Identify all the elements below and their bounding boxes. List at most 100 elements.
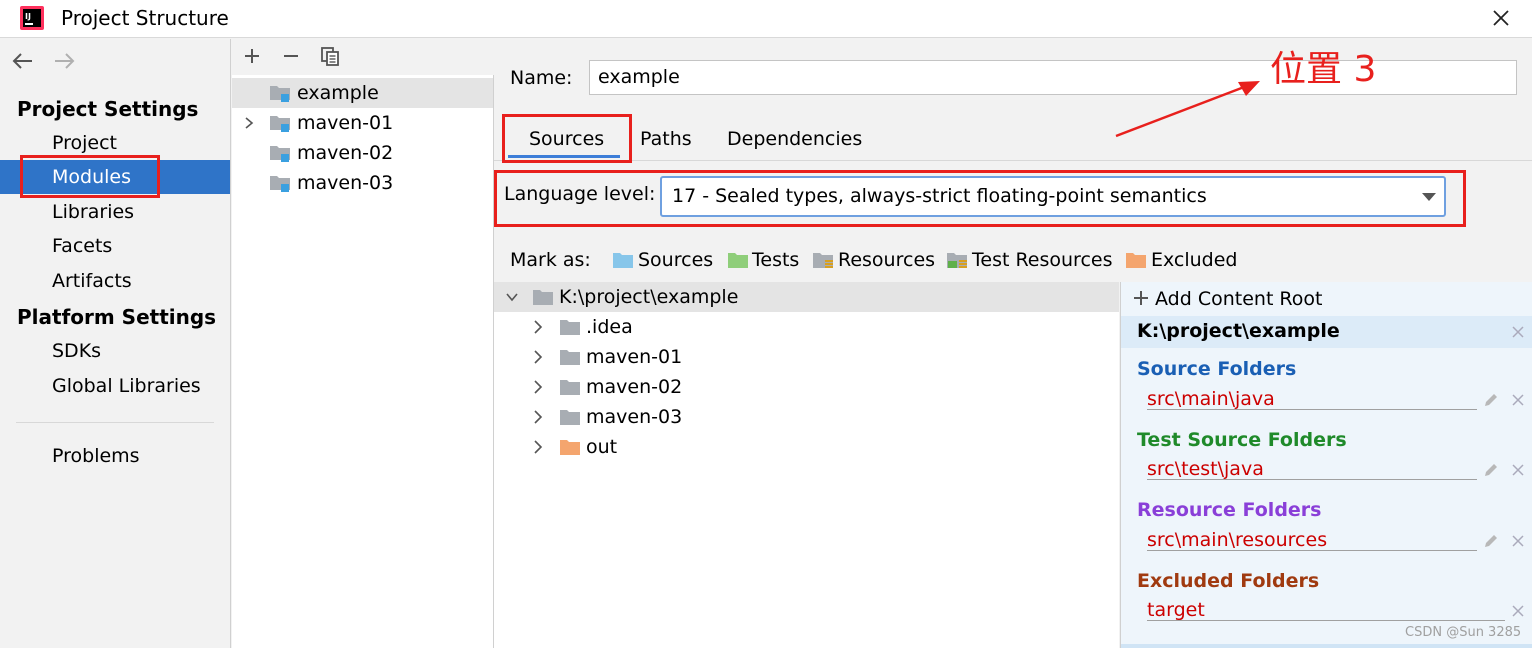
module-label: example xyxy=(297,82,379,104)
remove-icon[interactable] xyxy=(280,45,302,67)
excluded-folder-path: target xyxy=(1147,599,1205,621)
remove-folder-icon[interactable] xyxy=(1511,604,1525,618)
tree-label: maven-01 xyxy=(586,346,683,368)
folder-icon xyxy=(560,410,580,425)
nav-item-sdks[interactable]: SDKs xyxy=(0,334,230,368)
mark-as-test-resources[interactable]: Test Resources xyxy=(972,249,1113,271)
forward-arrow-icon[interactable] xyxy=(53,53,75,69)
mark-as-tests[interactable]: Tests xyxy=(752,249,799,271)
close-icon[interactable] xyxy=(1490,7,1512,29)
tab-paths[interactable]: Paths xyxy=(640,128,692,150)
path-underline xyxy=(1147,479,1477,480)
watermark: CSDN @Sun 3285 xyxy=(1405,625,1522,640)
excluded-folder-icon xyxy=(560,440,580,455)
remove-folder-icon[interactable] xyxy=(1511,393,1525,407)
sources-folder-icon xyxy=(613,253,633,268)
settings-nav-panel: Project Settings Project Modules Librari… xyxy=(0,39,231,648)
annotation-arrow xyxy=(1115,81,1260,138)
tree-row-maven-03[interactable]: maven-03 xyxy=(494,402,1119,432)
svg-text:IJ: IJ xyxy=(25,12,31,21)
source-folders-heading: Source Folders xyxy=(1137,358,1297,380)
edit-pencil-icon[interactable] xyxy=(1483,392,1499,408)
mark-as-sources[interactable]: Sources xyxy=(638,249,713,271)
chevron-right-icon[interactable] xyxy=(531,318,545,336)
excluded-folders-heading: Excluded Folders xyxy=(1137,570,1320,592)
source-folder-path: src\main\java xyxy=(1147,388,1275,410)
module-name-input[interactable]: example xyxy=(589,60,1517,95)
chevron-right-icon[interactable] xyxy=(531,348,545,366)
edit-pencil-icon[interactable] xyxy=(1483,533,1499,549)
test-resources-folder-icon xyxy=(947,253,967,268)
remove-root-icon[interactable] xyxy=(1511,325,1525,339)
module-item-maven-03[interactable]: maven-03 xyxy=(232,168,493,198)
path-underline xyxy=(1147,409,1477,410)
window-title: Project Structure xyxy=(61,6,229,30)
intellij-app-icon: IJ xyxy=(20,6,44,30)
test-source-folders-heading: Test Source Folders xyxy=(1137,429,1347,451)
module-label: maven-02 xyxy=(297,142,394,164)
module-item-example[interactable]: example xyxy=(232,78,493,108)
tree-row-maven-01[interactable]: maven-01 xyxy=(494,342,1119,372)
nav-item-global-libraries[interactable]: Global Libraries xyxy=(0,369,230,403)
module-list-panel: example maven-01 maven-02 maven-03 xyxy=(232,39,494,648)
module-label: maven-01 xyxy=(297,112,394,134)
tree-label: maven-02 xyxy=(586,376,683,398)
module-item-maven-02[interactable]: maven-02 xyxy=(232,138,493,168)
tree-row-maven-02[interactable]: maven-02 xyxy=(494,372,1119,402)
tree-label: K:\project\example xyxy=(559,286,739,308)
tree-row-idea[interactable]: .idea xyxy=(494,312,1119,342)
add-content-root-button[interactable]: Add Content Root xyxy=(1133,288,1322,310)
module-details-panel: Name: example Sources Paths Dependencies… xyxy=(494,39,1532,648)
mark-as-resources[interactable]: Resources xyxy=(838,249,935,271)
chevron-right-icon[interactable] xyxy=(242,113,256,133)
folder-icon xyxy=(560,350,580,365)
remove-folder-icon[interactable] xyxy=(1511,463,1525,477)
module-label: maven-03 xyxy=(297,172,394,194)
chevron-right-icon[interactable] xyxy=(531,378,545,396)
excluded-folder-icon xyxy=(1126,253,1146,268)
tree-label: out xyxy=(586,436,618,458)
annotation-box-modules xyxy=(20,155,160,198)
name-label: Name: xyxy=(510,67,573,89)
mark-as-excluded[interactable]: Excluded xyxy=(1151,249,1238,271)
project-settings-heading: Project Settings xyxy=(17,97,199,121)
folder-icon xyxy=(533,290,553,305)
module-folder-icon xyxy=(270,116,290,132)
nav-item-artifacts[interactable]: Artifacts xyxy=(0,264,230,298)
remove-folder-icon[interactable] xyxy=(1511,534,1525,548)
annotation-box-language-level xyxy=(494,170,1466,227)
resource-folder-path: src\main\resources xyxy=(1147,529,1328,551)
tests-folder-icon xyxy=(728,253,748,268)
module-toolbar xyxy=(232,39,494,75)
back-arrow-icon[interactable] xyxy=(12,53,34,69)
add-icon[interactable] xyxy=(241,45,263,67)
resource-folders-heading: Resource Folders xyxy=(1137,499,1322,521)
content-root-details: Add Content Root K:\project\example Sour… xyxy=(1120,282,1532,648)
chevron-right-icon[interactable] xyxy=(531,408,545,426)
tree-label: .idea xyxy=(586,316,633,338)
content-root-path: K:\project\example xyxy=(1137,320,1340,342)
module-item-maven-01[interactable]: maven-01 xyxy=(232,108,493,138)
title-bar: IJ Project Structure xyxy=(0,0,1532,38)
folder-icon xyxy=(560,380,580,395)
module-folder-icon xyxy=(270,176,290,192)
tree-row-root[interactable]: K:\project\example xyxy=(494,282,1119,312)
tree-row-out[interactable]: out xyxy=(494,432,1119,462)
annotation-label: 位置 3 xyxy=(1270,49,1377,90)
copy-icon[interactable] xyxy=(319,45,341,67)
add-content-root-label: Add Content Root xyxy=(1155,288,1323,310)
chevron-right-icon[interactable] xyxy=(531,438,545,456)
content-panel-bottom-bar xyxy=(1121,644,1532,648)
path-underline xyxy=(1147,550,1477,551)
chevron-down-icon[interactable] xyxy=(505,288,519,306)
module-folder-icon xyxy=(270,146,290,162)
module-folder-icon xyxy=(270,86,290,102)
nav-item-problems[interactable]: Problems xyxy=(0,439,230,473)
edit-pencil-icon[interactable] xyxy=(1483,462,1499,478)
tab-dependencies[interactable]: Dependencies xyxy=(727,128,862,150)
nav-item-libraries[interactable]: Libraries xyxy=(0,195,230,229)
tabs-divider xyxy=(494,160,1532,161)
platform-settings-heading: Platform Settings xyxy=(17,305,217,329)
nav-item-facets[interactable]: Facets xyxy=(0,229,230,263)
folder-icon xyxy=(560,320,580,335)
